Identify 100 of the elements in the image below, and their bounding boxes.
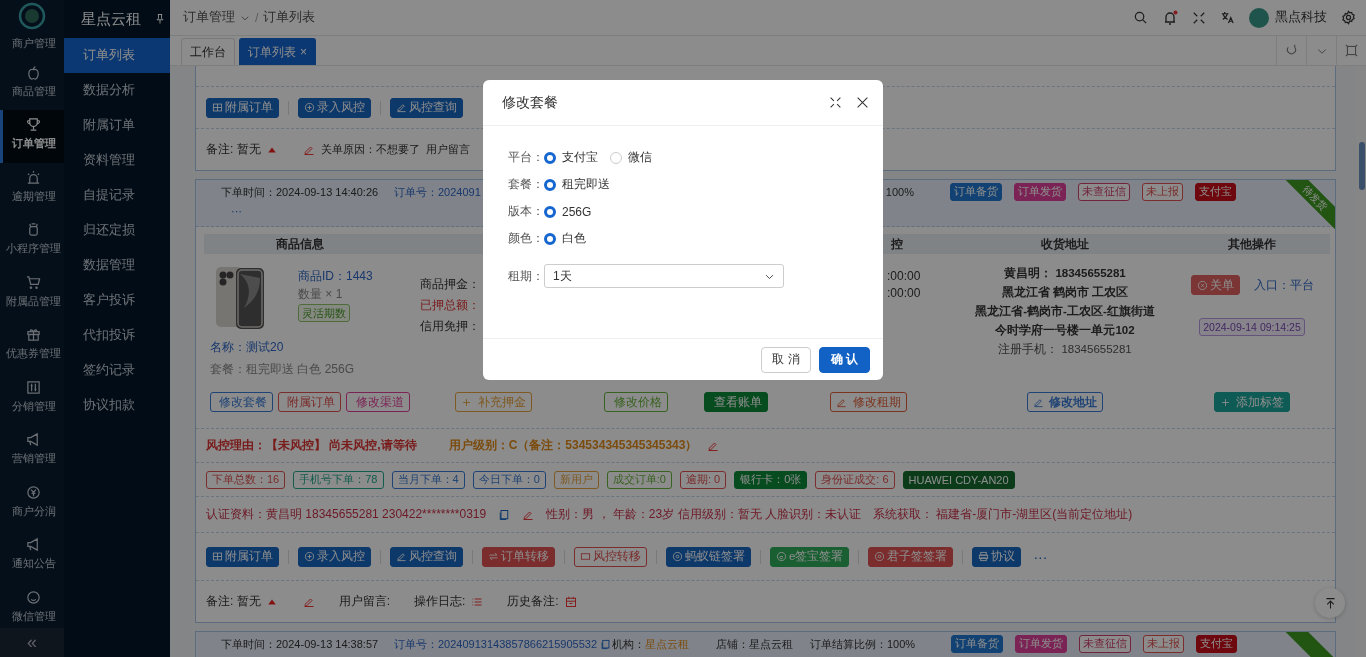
nav-item[interactable]: 通知公告: [0, 530, 64, 583]
collapse-button[interactable]: «: [0, 628, 64, 657]
nav-item[interactable]: 附属品管理: [0, 267, 64, 320]
nav-item[interactable]: 优惠券管理: [0, 320, 64, 373]
gear-circle-icon: [672, 551, 683, 562]
avatar[interactable]: [1249, 7, 1269, 28]
e-circle-icon: [776, 551, 787, 562]
action-button[interactable]: 修改渠道: [346, 392, 410, 412]
nav-item[interactable]: 商户管理: [0, 31, 64, 58]
action-button[interactable]: 附属订单: [206, 546, 279, 567]
action-button[interactable]: 订单转移: [482, 546, 555, 567]
nav-item[interactable]: 营销管理: [0, 425, 64, 478]
nav-item[interactable]: 商户分润: [0, 477, 64, 530]
radio-icon[interactable]: [544, 178, 556, 191]
calendar-icon: [564, 595, 577, 608]
action-button[interactable]: 协议: [972, 546, 1022, 567]
confirm-button[interactable]: 确 认: [819, 346, 870, 373]
breadcrumb-separator: /: [255, 10, 259, 25]
region-text: 黑龙江省 鹤岗市 工农区: [1001, 285, 1129, 300]
user-name[interactable]: 黑点科技: [1275, 9, 1327, 26]
order-number[interactable]: 订单号：2024091: [394, 184, 481, 200]
action-button[interactable]: 附属订单: [206, 97, 279, 118]
action-button[interactable]: 录入风控: [298, 97, 371, 118]
submenu-item[interactable]: 归还定损: [64, 213, 170, 248]
action-button[interactable]: 修改租期: [830, 392, 907, 412]
close-icon[interactable]: ×: [300, 45, 307, 59]
status-tag: 未查征信: [1079, 635, 1132, 653]
action-button[interactable]: 查看账单: [704, 392, 768, 412]
page-tab[interactable]: 工作台: [181, 38, 235, 65]
radio-icon[interactable]: [544, 205, 556, 218]
submenu-item[interactable]: 自提记录: [64, 178, 170, 213]
action-button[interactable]: 蚂蚁链签署: [666, 546, 751, 567]
product-id[interactable]: 商品ID：1443: [298, 268, 373, 284]
radio-icon[interactable]: [544, 151, 556, 164]
field-label: 租期：: [508, 267, 544, 285]
nav-item[interactable]: 逾期管理: [0, 162, 64, 215]
radio-option[interactable]: 支付宝: [544, 149, 598, 166]
radio-icon[interactable]: [544, 232, 556, 245]
breadcrumb-link[interactable]: 订单管理: [183, 9, 235, 26]
breadcrumb-current: 订单列表: [263, 9, 316, 26]
radio-option[interactable]: 白色: [544, 230, 586, 247]
megaphone-icon: [26, 537, 41, 552]
page-tab[interactable]: 订单列表 ×: [239, 38, 316, 65]
stat-tag: 成交订单:0: [606, 470, 672, 489]
radio-option[interactable]: 微信: [610, 149, 652, 166]
submenu-item[interactable]: 代扣投诉: [64, 318, 170, 353]
remark-text: 备注: 暂无: [206, 141, 261, 158]
order-number[interactable]: 订单号：20240913143857866215905532: [394, 636, 598, 652]
submenu-item[interactable]: 数据分析: [64, 73, 170, 108]
action-button[interactable]: 修改地址: [1026, 392, 1104, 412]
risk-time: :00:00: [887, 285, 921, 302]
plus-icon: [461, 396, 473, 408]
more-link[interactable]: ···: [1033, 548, 1048, 565]
action-button[interactable]: 修改价格: [604, 392, 668, 412]
close-order-button[interactable]: 关单: [1190, 275, 1240, 295]
action-button[interactable]: 风控转移: [574, 546, 647, 567]
submenu-item[interactable]: 签约记录: [64, 353, 170, 388]
action-button[interactable]: 风控查询: [390, 97, 463, 118]
action-button[interactable]: 附属订单: [278, 392, 342, 412]
submenu-item[interactable]: 协议扣款: [64, 388, 170, 423]
back-to-top-button[interactable]: [1315, 588, 1345, 618]
trophy-icon: [26, 117, 41, 132]
action-button[interactable]: 修改套餐: [210, 392, 274, 412]
operation-log-label: 操作日志:: [414, 593, 466, 610]
stat-tag: 银行卡：0张: [734, 470, 808, 489]
copy-icon: [600, 638, 612, 650]
nav-item[interactable]: 小程序管理: [0, 215, 64, 268]
plus-circle-icon: [304, 551, 315, 562]
close-circle-icon: [1196, 279, 1208, 291]
radio-option[interactable]: 256G: [544, 204, 592, 219]
submenu-item[interactable]: 附属订单: [64, 108, 170, 143]
radio-option[interactable]: 租完即送: [544, 176, 610, 193]
submenu-item[interactable]: 数据管理: [64, 248, 170, 283]
product-name: 名称：测试20: [210, 339, 285, 355]
submenu-item[interactable]: 订单列表: [64, 38, 170, 73]
action-button[interactable]: 录入风控: [298, 546, 371, 567]
nav-item[interactable]: 微信管理: [0, 582, 64, 628]
status-tag: 未上报: [1142, 183, 1183, 201]
order-time: 下单时间：2024-09-13 14:40:26: [221, 184, 380, 200]
status-tag: 支付宝: [1195, 183, 1236, 201]
action-button[interactable]: 君子签签署: [868, 546, 954, 567]
field-label: 平台：: [508, 149, 544, 166]
stat-tag: HUAWEI CDY-AN20: [902, 470, 1015, 489]
package-text: 套餐：租完即送 白色 256G: [210, 361, 356, 377]
date-tag: 2024-09-14 09:14:25: [1199, 318, 1305, 336]
submenu-item[interactable]: 资料管理: [64, 143, 170, 178]
cancel-button[interactable]: 取 消: [761, 346, 811, 373]
status-tag: 订单发货: [1015, 635, 1068, 653]
select-field[interactable]: 1天: [544, 264, 784, 288]
action-button[interactable]: e签宝签署: [770, 546, 850, 567]
action-button[interactable]: 风控查询: [390, 546, 463, 567]
more-link[interactable]: ···: [221, 206, 394, 216]
app-title: 星点云租: [81, 9, 141, 29]
nav-item[interactable]: 商品管理: [0, 57, 64, 110]
submenu-item[interactable]: 客户投诉: [64, 283, 170, 318]
credit-text: 信用免押：: [420, 318, 480, 334]
action-button[interactable]: 添加标签: [1213, 392, 1291, 412]
stat-tag: 身份证成交: 6: [815, 470, 895, 489]
nav-item[interactable]: 订单管理: [0, 110, 64, 163]
nav-item[interactable]: 分销管理: [0, 372, 64, 425]
